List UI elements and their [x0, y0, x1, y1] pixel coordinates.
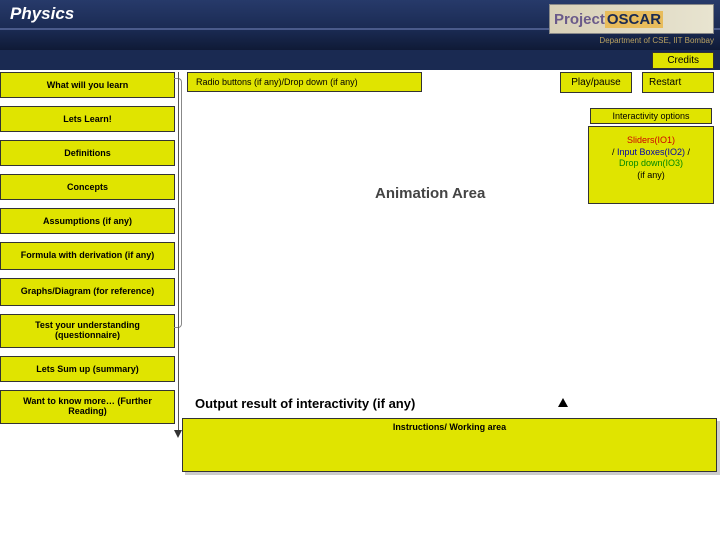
- sidebar-item-formula[interactable]: Formula with derivation (if any): [0, 242, 175, 270]
- content-area: Radio buttons (if any)/Drop down (if any…: [175, 70, 720, 450]
- sidebar-item-assumptions[interactable]: Assumptions (if any): [0, 208, 175, 234]
- radio-dropdown-box[interactable]: Radio buttons (if any)/Drop down (if any…: [187, 72, 422, 92]
- output-result-label: Output result of interactivity (if any): [195, 396, 415, 411]
- interactivity-options[interactable]: Sliders(IO1) / Input Boxes(IO2) / Drop d…: [588, 126, 714, 204]
- sidebar: What will you learn Lets Learn! Definiti…: [0, 70, 175, 450]
- play-pause-button[interactable]: Play/pause: [560, 72, 632, 93]
- sidebar-item-concepts[interactable]: Concepts: [0, 174, 175, 200]
- main-area: What will you learn Lets Learn! Definiti…: [0, 70, 720, 450]
- sidebar-item-lets-learn[interactable]: Lets Learn!: [0, 106, 175, 132]
- interactivity-heading: Interactivity options: [590, 108, 712, 124]
- io1-sliders: Sliders(IO1): [627, 135, 675, 145]
- instructions-bar: Instructions/ Working area: [182, 418, 717, 472]
- io3-dropdown: Drop down(IO3): [619, 158, 683, 168]
- logo-block: ProjectOSCAR Department of CSE, IIT Bomb…: [549, 4, 714, 45]
- top-controls: Radio buttons (if any)/Drop down (if any…: [187, 72, 714, 93]
- restart-button[interactable]: Restart: [642, 72, 714, 93]
- header-bar: Physics ProjectOSCAR Department of CSE, …: [0, 0, 720, 50]
- io-tail: (if any): [637, 170, 665, 180]
- triangle-up-icon: [558, 398, 568, 407]
- logo-dept: Department of CSE, IIT Bombay: [599, 36, 714, 45]
- sidebar-item-what-learn[interactable]: What will you learn: [0, 72, 175, 98]
- sidebar-item-definitions[interactable]: Definitions: [0, 140, 175, 166]
- sidebar-item-more[interactable]: Want to know more… (Further Reading): [0, 390, 175, 424]
- credits-button[interactable]: Credits: [652, 52, 714, 69]
- sidebar-item-test[interactable]: Test your understanding (questionnaire): [0, 314, 175, 348]
- sidebar-item-graphs[interactable]: Graphs/Diagram (for reference): [0, 278, 175, 306]
- io2-inputs: Input Boxes(IO2): [617, 147, 685, 157]
- animation-area-label: Animation Area: [375, 185, 485, 202]
- sidebar-item-summary[interactable]: Lets Sum up (summary): [0, 356, 175, 382]
- flow-line-icon: [178, 72, 179, 432]
- logo-text: ProjectOSCAR: [554, 11, 663, 28]
- arrow-down-icon: [174, 430, 182, 438]
- credits-row: Credits: [0, 50, 720, 70]
- project-oscar-logo: ProjectOSCAR: [549, 4, 714, 34]
